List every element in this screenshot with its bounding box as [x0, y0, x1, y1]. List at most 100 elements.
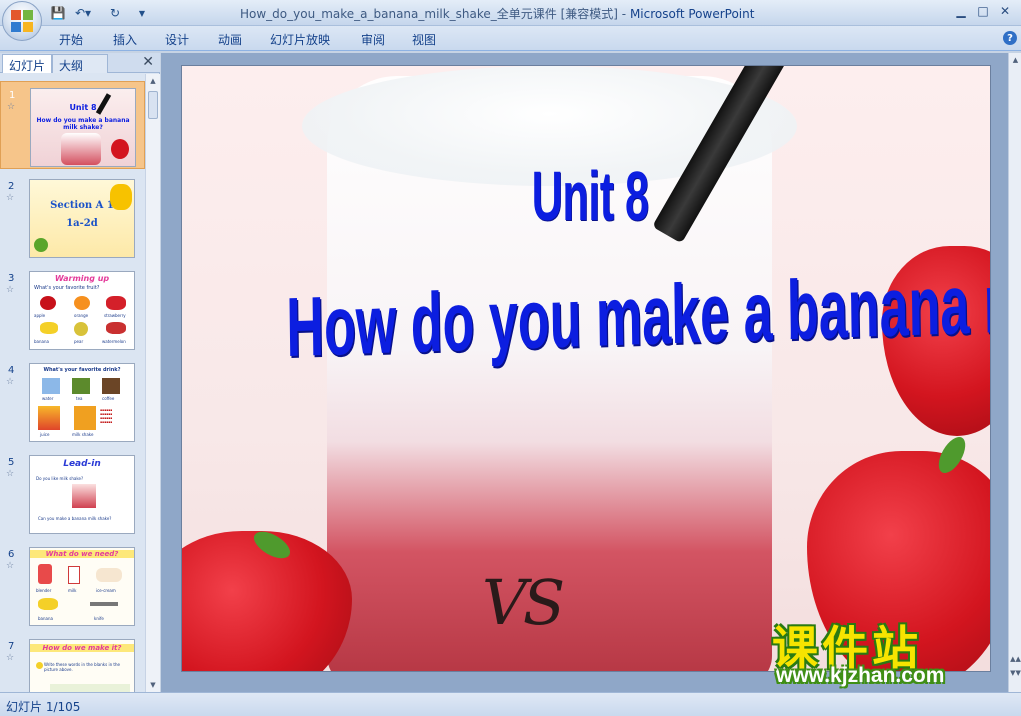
scroll-down-icon[interactable]: ▼ [147, 678, 159, 692]
slide-number: 3 [8, 273, 15, 284]
slide-number: 5 [8, 457, 15, 468]
thumbnail-list: 1 ☆ Unit 8 How do you make a banana milk… [0, 74, 145, 692]
close-button[interactable]: ✕ [994, 2, 1016, 20]
knife-image [90, 602, 118, 606]
close-pane-icon[interactable]: ✕ [142, 54, 154, 70]
chinese-text-block: ▪▪▪▪▪▪ ▪▪▪▪▪▪ ▪▪▪▪▪▪ ▪▪▪▪▪▪ [100, 408, 113, 424]
strawberry-image [106, 296, 126, 310]
slide-subtitle[interactable]: How do you make a banana milk shake? [286, 247, 990, 376]
drink-label: tea [76, 396, 83, 401]
slide-thumbnail-1[interactable]: 1 ☆ Unit 8 How do you make a banana milk… [0, 81, 145, 169]
previous-slide-icon[interactable]: ▲▲ [1009, 652, 1021, 666]
word-box [50, 684, 130, 692]
slide-number: 7 [8, 641, 15, 652]
tea-image [72, 378, 90, 394]
slide-thumbnail-2[interactable]: 2 ☆ Section A 1 1a-2d [0, 173, 145, 261]
customize-quick-access-icon[interactable]: ▼ [136, 4, 148, 22]
tab-home[interactable]: 开始 [59, 31, 83, 48]
thumb-subtitle: What's your favorite fruit? [34, 285, 100, 291]
animation-star-icon: ☆ [6, 561, 15, 571]
watermelon-image [106, 322, 126, 334]
next-slide-icon[interactable]: ▼▼ [1009, 666, 1021, 680]
ice-cream-image [96, 568, 122, 582]
milk-shake-image [72, 484, 96, 508]
scroll-thumb[interactable] [148, 91, 158, 119]
tab-review[interactable]: 审阅 [361, 31, 385, 48]
fruit-label: watermelon [102, 339, 126, 344]
thumb-title: What's your favorite drink? [43, 367, 121, 373]
milk-shake-image [74, 406, 96, 430]
tab-insert[interactable]: 插入 [113, 31, 137, 48]
juice-image [38, 406, 60, 430]
tab-view[interactable]: 视图 [412, 31, 436, 48]
fruit-label: pear [74, 339, 84, 344]
thumb-title: Warming up [54, 274, 110, 283]
thumb-subtitle: How do you make a banana milk shake? [36, 117, 130, 131]
orange-image [74, 296, 90, 310]
save-icon[interactable]: 💾 [50, 4, 66, 22]
fruit-label: strawberry [104, 313, 126, 318]
slide-title[interactable]: Unit 8 [339, 156, 841, 236]
scroll-up-icon[interactable]: ▲ [1009, 53, 1021, 67]
window-title: How_do_you_make_a_banana_milk_shake_全单元课… [240, 5, 780, 22]
slide-scrollbar[interactable]: ▲ ▲▲ ▼▼ [1008, 53, 1021, 692]
slide-thumbnail-5[interactable]: 5 ☆ Lead-in Do you like milk shake? Can … [0, 449, 145, 537]
thumb-subtitle: Do you like milk shake? [36, 476, 84, 481]
slide-thumbnail-3[interactable]: 3 ☆ Warming up What's your favorite frui… [0, 265, 145, 353]
item-label: blender [36, 588, 52, 593]
tab-design[interactable]: 设计 [165, 31, 189, 48]
slide-number: 2 [8, 181, 15, 192]
tab-slide-show[interactable]: 幻灯片放映 [270, 31, 330, 48]
animation-star-icon: ☆ [6, 469, 15, 479]
tab-outline[interactable]: 大纲 [52, 54, 108, 73]
blender-image [38, 564, 52, 584]
fruit-label: apple [34, 313, 46, 318]
item-label: banana [38, 616, 53, 621]
animation-star-icon: ☆ [6, 653, 15, 663]
thumbnail-scrollbar[interactable]: ▲ ▼ [145, 74, 160, 692]
item-label: ice-cream [96, 588, 116, 593]
undo-icon[interactable]: ↶▾ [72, 4, 94, 22]
watermark-url: www.kjzhan.com [776, 664, 945, 687]
tab-animations[interactable]: 动画 [218, 31, 242, 48]
slide-thumbnail-4[interactable]: 4 ☆ What's your favorite drink? water te… [0, 357, 145, 445]
redo-icon[interactable]: ↻ [104, 4, 126, 22]
thumb-subtitle: Write these words in the blanks in the p… [44, 662, 120, 672]
slide-preview: Unit 8 How do you make a banana milk sha… [30, 88, 136, 167]
thumb-title: What do we need? [30, 550, 134, 558]
office-button[interactable] [2, 1, 42, 41]
animation-star-icon: ☆ [6, 285, 15, 295]
animation-star-icon: ☆ [6, 193, 15, 203]
maximize-button[interactable]: □ [972, 2, 994, 20]
title-bar: 💾 ↶▾ ↻ ▼ How_do_you_make_a_banana_milk_s… [0, 0, 1021, 41]
slide-number: 1 [9, 90, 16, 101]
fruit-label: orange [74, 313, 89, 318]
animation-star-icon: ☆ [7, 102, 16, 112]
slide-preview: How do we make it? Write these words in … [29, 639, 135, 692]
apple-image [40, 296, 56, 310]
minimize-button[interactable]: ▁ [950, 2, 972, 20]
slide-preview: Lead-in Do you like milk shake? Can you … [29, 455, 135, 534]
document-name: How_do_you_make_a_banana_milk_shake_全单元课… [240, 7, 630, 21]
slide-thumbnail-6[interactable]: 6 ☆ What do we need? blender milk ice-cr… [0, 541, 145, 629]
slide-canvas[interactable]: VS Unit 8 How do you make a banana milk … [181, 65, 991, 672]
drink-label: juice [40, 432, 50, 437]
slides-pane: 幻灯片 大纲 ✕ 1 ☆ Unit 8 How do you make a ba… [0, 53, 160, 692]
scroll-up-icon[interactable]: ▲ [147, 74, 159, 88]
slide-thumbnail-7[interactable]: 7 ☆ How do we make it? Write these words… [0, 633, 145, 692]
thumb-title: Lead-in [63, 459, 101, 469]
slide-counter: 幻灯片 1/105 [6, 700, 81, 714]
slide-preview: What's your favorite drink? water tea co… [29, 363, 135, 442]
ribbon-tabs: 开始 插入 设计 动画 幻灯片放映 审阅 视图 ? [0, 26, 1021, 51]
thumb-title: Unit 8 [69, 103, 97, 112]
pear-image [74, 322, 88, 336]
tab-slides[interactable]: 幻灯片 [2, 54, 52, 73]
item-label: knife [94, 616, 104, 621]
drink-label: milk shake [72, 432, 94, 437]
slide-number: 6 [8, 549, 15, 560]
thumb-question: Can you make a banana milk shake? [38, 516, 112, 521]
fruit-label: banana [34, 339, 49, 344]
help-icon[interactable]: ? [1003, 31, 1017, 45]
pane-tabs: 幻灯片 大纲 ✕ [0, 53, 160, 73]
strawberry-image [111, 139, 129, 159]
